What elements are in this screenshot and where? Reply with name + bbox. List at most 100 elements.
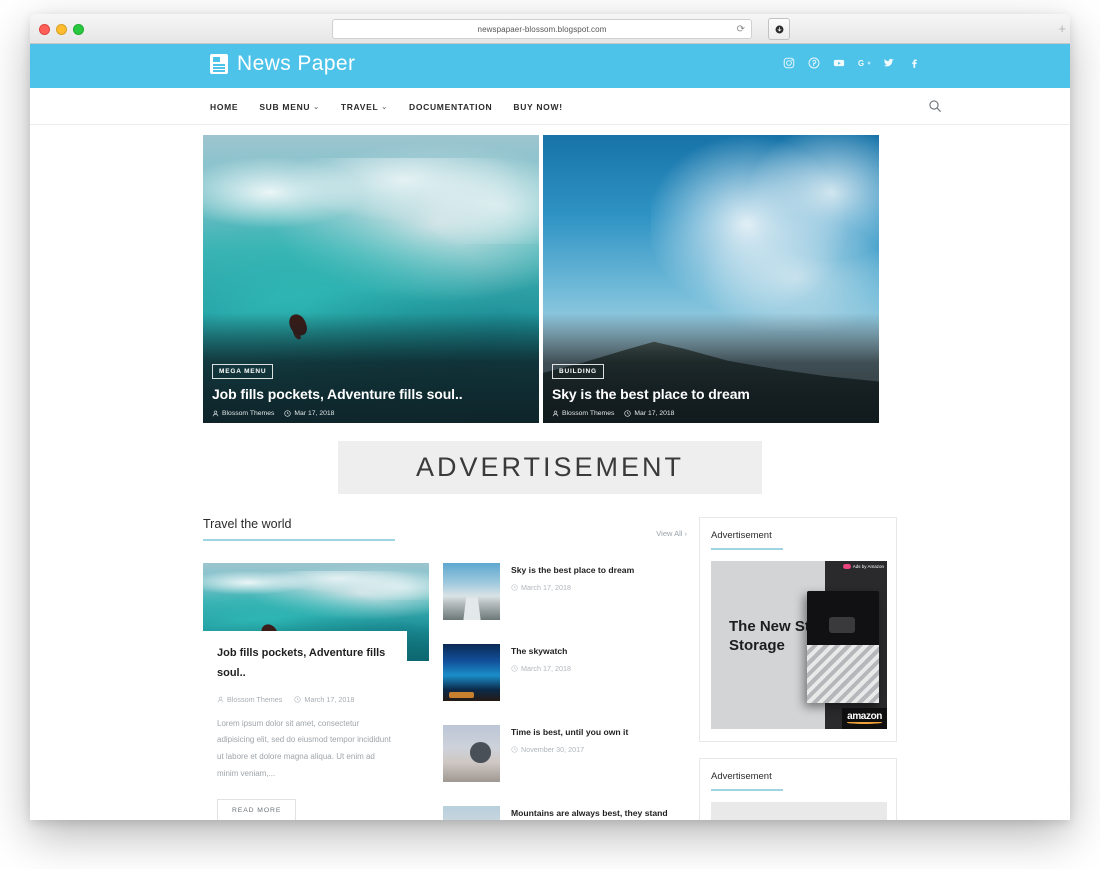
page-viewport: News Paper G HOME SUB MENU ⌄ TRAVEL ⌄ DO… <box>30 44 1070 820</box>
hero-card-1[interactable]: MEGA MENU Job fills pockets, Adventure f… <box>203 135 539 423</box>
share-icon[interactable] <box>768 18 790 40</box>
widget-advertisement-1: Advertisement Ads by Amazon The New Stat… <box>699 517 897 742</box>
hero-grid: MEGA MENU Job fills pockets, Adventure f… <box>30 125 1070 423</box>
newspaper-icon <box>210 54 228 74</box>
list-item[interactable]: Sky is the best place to dream March 17,… <box>443 563 679 620</box>
user-icon <box>552 410 559 417</box>
clock-icon <box>511 664 518 672</box>
post-date-text: March 17, 2018 <box>521 663 571 673</box>
nav-label: DOCUMENTATION <box>408 101 493 112</box>
hero-byline: Blossom Themes Mar 17, 2018 <box>212 410 530 417</box>
post-list: Sky is the best place to dream March 17,… <box>443 563 679 820</box>
nav-item-home[interactable]: HOME <box>210 102 238 112</box>
featured-author: Blossom Themes <box>217 695 282 704</box>
featured-body: Job fills pockets, Adventure fills soul.… <box>203 631 407 820</box>
youtube-icon[interactable] <box>833 57 847 71</box>
pinterest-icon[interactable] <box>808 57 822 71</box>
widget-title: Advertisement <box>711 771 783 791</box>
post-thumbnail <box>443 725 500 782</box>
nav-item-buy-now[interactable]: BUY NOW! <box>513 102 562 112</box>
social-links[interactable]: G <box>783 57 922 71</box>
hero-category-badge[interactable]: MEGA MENU <box>212 364 274 379</box>
featured-excerpt: Lorem ipsum dolor sit amet, consectetur … <box>217 718 391 779</box>
site-logo[interactable]: News Paper <box>210 52 355 76</box>
hero-date-text: Mar 17, 2018 <box>634 410 675 417</box>
browser-window: newspapaer-blossom.blogspot.com ⟳ + News… <box>30 14 1070 820</box>
brand-title: News Paper <box>237 52 356 75</box>
close-window-button[interactable] <box>39 24 50 35</box>
featured-date: March 17, 2018 <box>294 695 354 704</box>
hero-card-2[interactable]: BUILDING Sky is the best place to dream … <box>543 135 879 423</box>
hero-title[interactable]: Job fills pockets, Adventure fills soul.… <box>212 386 530 402</box>
hero-date: Mar 17, 2018 <box>624 410 674 417</box>
hero-author: Blossom Themes <box>212 410 274 417</box>
list-item[interactable]: Time is best, until you own it November … <box>443 725 679 782</box>
sidebar: Advertisement Ads by Amazon The New Stat… <box>699 517 897 820</box>
post-grid: Job fills pockets, Adventure fills soul.… <box>203 563 687 820</box>
nav-label: TRAVEL <box>340 101 379 112</box>
ads-badge-text: Ads by Amazon <box>852 564 884 569</box>
cloud-shape <box>650 135 879 331</box>
featured-author-name: Blossom Themes <box>227 694 283 704</box>
list-item[interactable]: The skywatch March 17, 2018 <box>443 644 679 701</box>
post-date: March 17, 2018 <box>511 583 634 592</box>
ad-placeholder[interactable]: ADVERT <box>711 802 887 820</box>
view-all-link[interactable]: View All › <box>656 529 687 541</box>
post-title[interactable]: Time is best, until you own it <box>511 727 628 739</box>
hero-caption: BUILDING Sky is the best place to dream … <box>552 360 870 417</box>
nav-list: HOME SUB MENU ⌄ TRAVEL ⌄ DOCUMENTATION B… <box>210 88 563 125</box>
minimize-window-button[interactable] <box>56 24 67 35</box>
wave-foam <box>203 570 429 601</box>
reload-icon[interactable]: ⟳ <box>737 24 745 35</box>
read-more-button[interactable]: READ MORE <box>217 798 297 820</box>
hero-category-badge[interactable]: BUILDING <box>552 364 604 379</box>
nav-item-documentation[interactable]: DOCUMENTATION <box>409 102 492 112</box>
chevron-down-icon: ⌄ <box>381 103 388 111</box>
nav-item-travel[interactable]: TRAVEL ⌄ <box>341 102 388 112</box>
post-title[interactable]: Mountains are always best, they stand fi… <box>511 808 679 820</box>
amazon-logo: amazon <box>842 708 887 729</box>
hero-title[interactable]: Sky is the best place to dream <box>552 386 870 402</box>
zoom-window-button[interactable] <box>73 24 84 35</box>
featured-title[interactable]: Job fills pockets, Adventure fills soul.… <box>217 643 393 684</box>
featured-post[interactable]: Job fills pockets, Adventure fills soul.… <box>203 563 429 820</box>
address-bar[interactable]: newspapaer-blossom.blogspot.com ⟳ <box>332 19 752 39</box>
nav-item-sub-menu[interactable]: SUB MENU ⌄ <box>259 102 320 112</box>
main-column: Travel the world View All › Job fills po… <box>203 517 687 820</box>
post-title[interactable]: The skywatch <box>511 646 571 658</box>
widget-advertisement-2: Advertisement ADVERT <box>699 758 897 820</box>
list-item[interactable]: Mountains are always best, they stand fi… <box>443 806 679 820</box>
ad-image-storage[interactable]: Ads by Amazon The New State of Storage a… <box>711 561 887 729</box>
facebook-icon[interactable] <box>908 57 922 71</box>
new-tab-button[interactable]: + <box>1058 22 1066 35</box>
post-date: March 17, 2018 <box>511 664 571 673</box>
featured-date-text: March 17, 2018 <box>304 694 355 704</box>
googleplus-icon[interactable]: G <box>858 57 872 71</box>
hero-author: Blossom Themes <box>552 410 614 417</box>
hard-drive-icon <box>807 591 879 703</box>
section-title: Travel the world <box>203 517 395 541</box>
user-icon <box>212 410 219 417</box>
advertisement-banner[interactable]: ADVERTISEMENT <box>338 441 762 494</box>
ads-by-amazon-badge: Ads by Amazon <box>842 564 884 569</box>
hero-date-text: Mar 17, 2018 <box>294 410 335 417</box>
advertisement-banner-text: ADVERTISEMENT <box>415 452 685 482</box>
nav-label: HOME <box>210 101 239 112</box>
post-title[interactable]: Sky is the best place to dream <box>511 565 634 577</box>
twitter-icon[interactable] <box>883 57 897 71</box>
nav-label: BUY NOW! <box>513 101 563 112</box>
post-text: Mountains are always best, they stand fi… <box>511 806 679 820</box>
post-date-text: November 30, 2017 <box>521 744 585 754</box>
hero-author-name: Blossom Themes <box>562 410 615 417</box>
post-date: November 30, 2017 <box>511 745 628 754</box>
primary-nav: HOME SUB MENU ⌄ TRAVEL ⌄ DOCUMENTATION B… <box>30 88 1070 125</box>
instagram-icon[interactable] <box>783 57 797 71</box>
search-icon[interactable] <box>928 99 942 113</box>
amazon-logo-text: amazon <box>847 711 882 722</box>
window-controls[interactable] <box>39 24 84 35</box>
nav-label: SUB MENU <box>259 101 311 112</box>
url-text: newspapaer-blossom.blogspot.com <box>477 24 607 34</box>
widget-title: Advertisement <box>711 530 783 550</box>
chevron-down-icon: ⌄ <box>313 103 320 111</box>
hero-author-name: Blossom Themes <box>222 410 275 417</box>
